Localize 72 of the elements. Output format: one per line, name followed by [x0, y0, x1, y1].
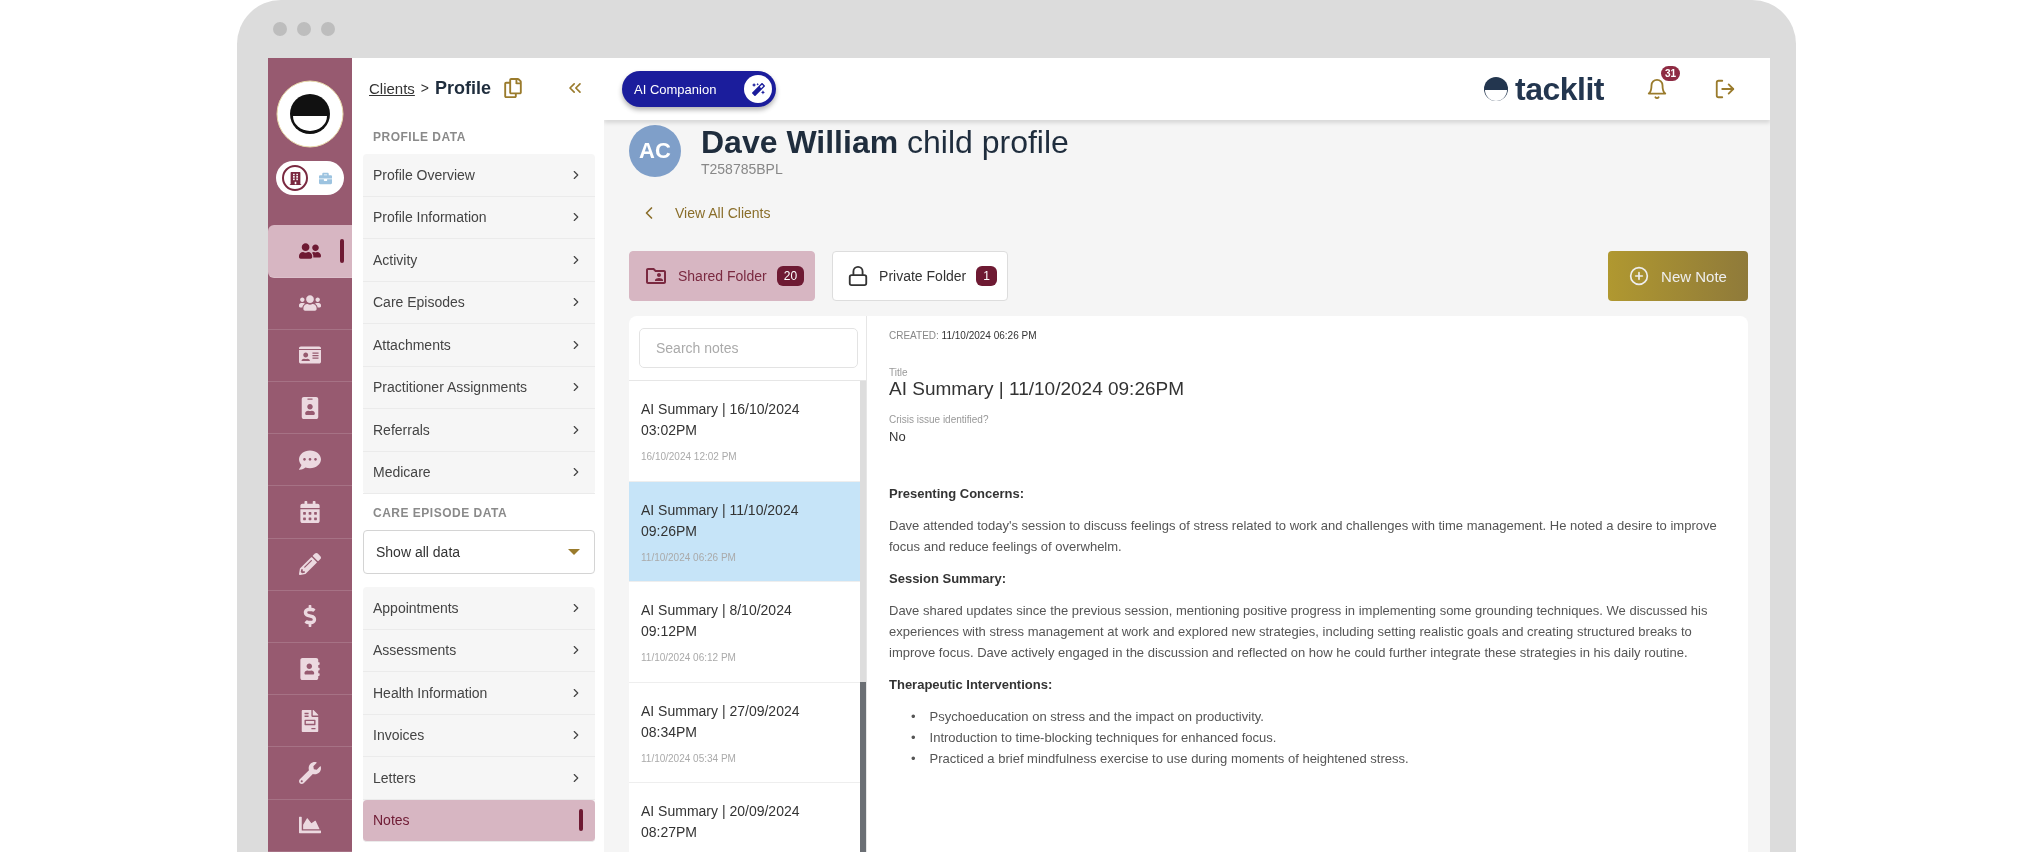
bullet-item: Psychoeducation on stress and the impact on productivity. — [929, 708, 1264, 726]
sidebar-item[interactable]: Profile Information — [363, 196, 595, 239]
copy-icon[interactable] — [503, 78, 524, 98]
sidebar-item[interactable]: Profile Overview — [363, 154, 595, 197]
id-card-icon — [299, 344, 321, 367]
sidebar-item[interactable]: Assessments — [363, 629, 595, 672]
client-name: Dave William child profile — [701, 124, 1069, 161]
breadcrumb-link[interactable]: Clients — [369, 79, 415, 97]
wrench-icon — [299, 762, 321, 785]
notification-badge: 31 — [1660, 66, 1680, 81]
bullet-mark: • — [911, 729, 916, 747]
sidebar-item[interactable]: Medicare — [363, 451, 595, 494]
field-label: Title — [889, 367, 909, 378]
chat-icon — [299, 448, 321, 471]
ai-companion-button[interactable]: AI Companion — [622, 71, 777, 107]
note-list-item[interactable]: AI Summary | 11/10/2024 09:26PM 11/10/2024 06:26 PM — [629, 481, 860, 582]
back-link[interactable]: View All Clients — [639, 203, 771, 223]
client-id: T258785BPL — [701, 161, 784, 177]
avatar: AC — [629, 124, 681, 177]
field-label: Crisis issue identified? — [889, 414, 990, 425]
nav-item[interactable] — [268, 225, 352, 278]
breadcrumb-separator: > — [420, 80, 430, 96]
brand-name: tacklit — [1515, 70, 1604, 108]
bullet-mark: • — [911, 708, 916, 726]
sidebar-item[interactable]: Practitioner Assignments — [363, 366, 595, 409]
pencil-icon — [299, 553, 321, 576]
folder-tab[interactable]: Private Folder 1 — [832, 251, 1008, 301]
count-badge: 1 — [976, 266, 997, 286]
caret-icon — [568, 549, 580, 555]
magic-wand-icon — [744, 75, 773, 103]
section-label: CARE EPISODE DATA — [372, 505, 509, 522]
badge-icon — [299, 396, 321, 419]
sidebar-item[interactable]: Notes — [363, 799, 595, 842]
logo-icon — [276, 79, 344, 148]
created-date: CREATED: 11/10/2024 06:26 PM — [889, 330, 1038, 341]
sidebar-item[interactable]: Care Episodes — [363, 281, 595, 324]
window-dot — [321, 22, 335, 36]
bell-icon[interactable] — [1646, 78, 1668, 100]
calendar-icon — [299, 501, 321, 523]
paragraph: Dave attended today's session to discuss feelings of stress related to work and challenges with time management. He noted a desire to improve focus and reduce feelings of overwhelm. — [889, 517, 1718, 556]
breadcrumb-current: Profile — [435, 77, 492, 99]
section-heading: Therapeutic Interventions: — [889, 677, 1054, 692]
building-icon[interactable] — [282, 165, 308, 192]
bullet-item: Introduction to time-blocking techniques for enhanced focus. — [929, 729, 1277, 747]
episode-dropdown[interactable]: Show all data — [363, 530, 595, 574]
scrollbar[interactable] — [860, 381, 866, 852]
note-title: AI Summary | 11/10/2024 09:26PM — [889, 378, 1186, 400]
sidebar-item[interactable]: Attachments — [363, 324, 595, 367]
sidebar-item[interactable]: Invoices — [363, 714, 595, 757]
lock-icon — [847, 265, 870, 287]
sidebar-item[interactable]: Appointments — [363, 587, 595, 630]
document-icon — [299, 709, 321, 732]
count-badge: 20 — [776, 266, 805, 286]
section-heading: Session Summary: — [889, 571, 1008, 586]
search-field[interactable]: Search notes — [639, 328, 858, 368]
paragraph: Dave shared updates since the previous session, mentioning positive progress in implementing some grounding techniques. We discussed his experiences with stress management at work and explored new strategies, including setting realistic goals and creating structured breaks to improve focus. Dave actively engaged in the discussion and reflected on how he could further integrate these strategies in his daily routine. — [889, 602, 1709, 662]
section-label: PROFILE DATA — [372, 129, 467, 146]
plus-icon — [1629, 266, 1650, 286]
window-dot — [273, 22, 287, 36]
bullet-item: Practiced a brief mindfulness exercise to use during moments of heightened stress. — [929, 750, 1409, 768]
logout-icon[interactable] — [1714, 78, 1736, 100]
sidebar-item[interactable]: Health Information — [363, 672, 595, 715]
sidebar-item[interactable]: Referrals — [363, 409, 595, 452]
sidebar-item[interactable]: Letters — [363, 757, 595, 800]
field-value: No — [889, 429, 907, 444]
bullet-mark: • — [911, 750, 916, 768]
sidebar-item[interactable]: Activity — [363, 239, 595, 282]
section-heading: Presenting Concerns: — [889, 486, 1026, 501]
window-dot — [297, 22, 311, 36]
brand-logo-icon — [1483, 76, 1509, 102]
folder-tab[interactable]: Shared Folder 20 — [629, 251, 816, 301]
contact-book-icon — [299, 657, 321, 680]
